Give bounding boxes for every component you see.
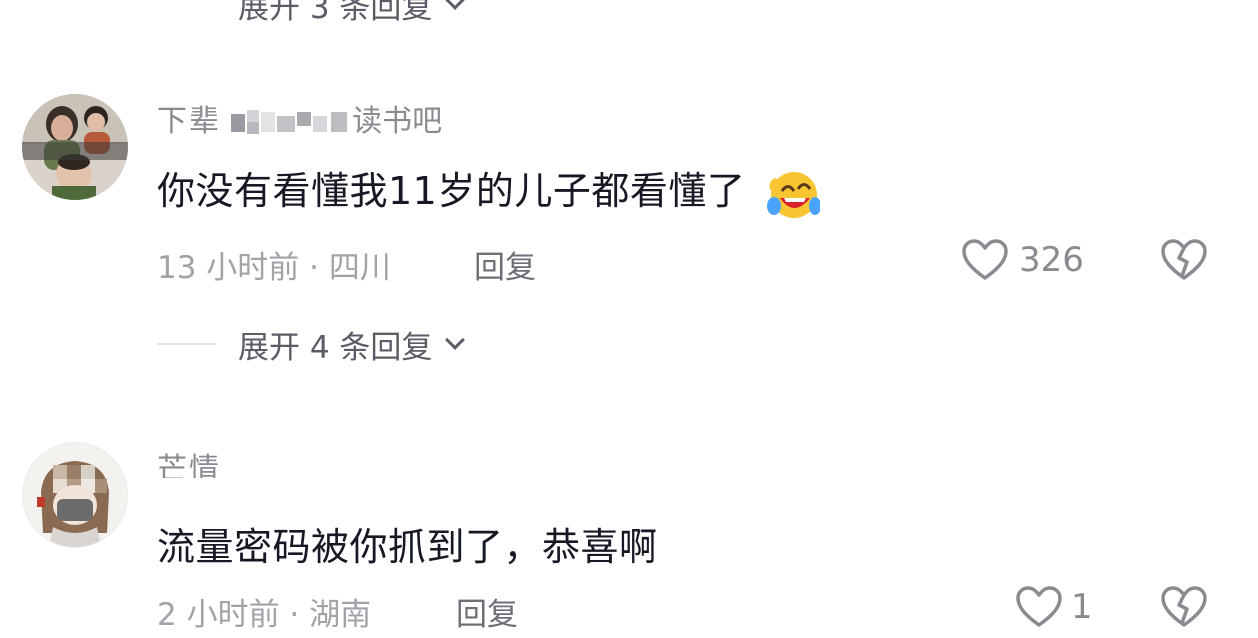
comment-time-location: 2 小时前 · 湖南 [157,597,372,633]
expand-replies-label: 展开 4 条回复 [238,330,433,366]
avatar[interactable] [22,94,128,200]
expand-replies-label: 展开 3 条回复 [238,0,433,26]
dislike-button[interactable] [1160,585,1208,633]
like-count: 326 [1019,240,1084,280]
expand-replies-button[interactable]: 展开 4 条回复 [238,322,466,367]
avatar-photo [22,94,128,200]
comment-time-location: 13 小时前 · 四川 [157,250,391,286]
username-tail: 读书吧 [352,104,443,136]
expand-replies-button[interactable]: 展开 3 条回复 [238,0,466,27]
dislike-button[interactable] [1160,238,1208,286]
laughing-crying-emoji-icon [766,171,820,218]
broken-heart-icon [1161,586,1207,627]
avatar[interactable] [22,442,128,548]
username[interactable]: 芒情 [157,444,257,478]
like-button[interactable]: 326 [961,238,1084,282]
chevron-down-icon [445,329,466,350]
comment-text: 流量密码被你抓到了，恭喜啊 [157,525,658,569]
comment-text: 你没有看懂我11岁的儿子都看懂了 [157,160,820,220]
like-button[interactable]: 1 [1015,585,1093,629]
username[interactable]: 下辈 读书吧 [157,96,487,136]
reply-divider [157,343,215,345]
username-text: 芒情 [157,452,221,478]
reply-button[interactable]: 回复 [474,242,536,287]
heart-icon [962,239,1008,280]
username-text: 下辈 [157,104,221,136]
heart-icon [1016,586,1062,627]
like-count: 1 [1071,587,1093,627]
reply-button[interactable]: 回复 [456,589,518,634]
broken-heart-icon [1161,239,1207,280]
chevron-down-icon [445,0,466,10]
avatar-photo [23,443,127,547]
